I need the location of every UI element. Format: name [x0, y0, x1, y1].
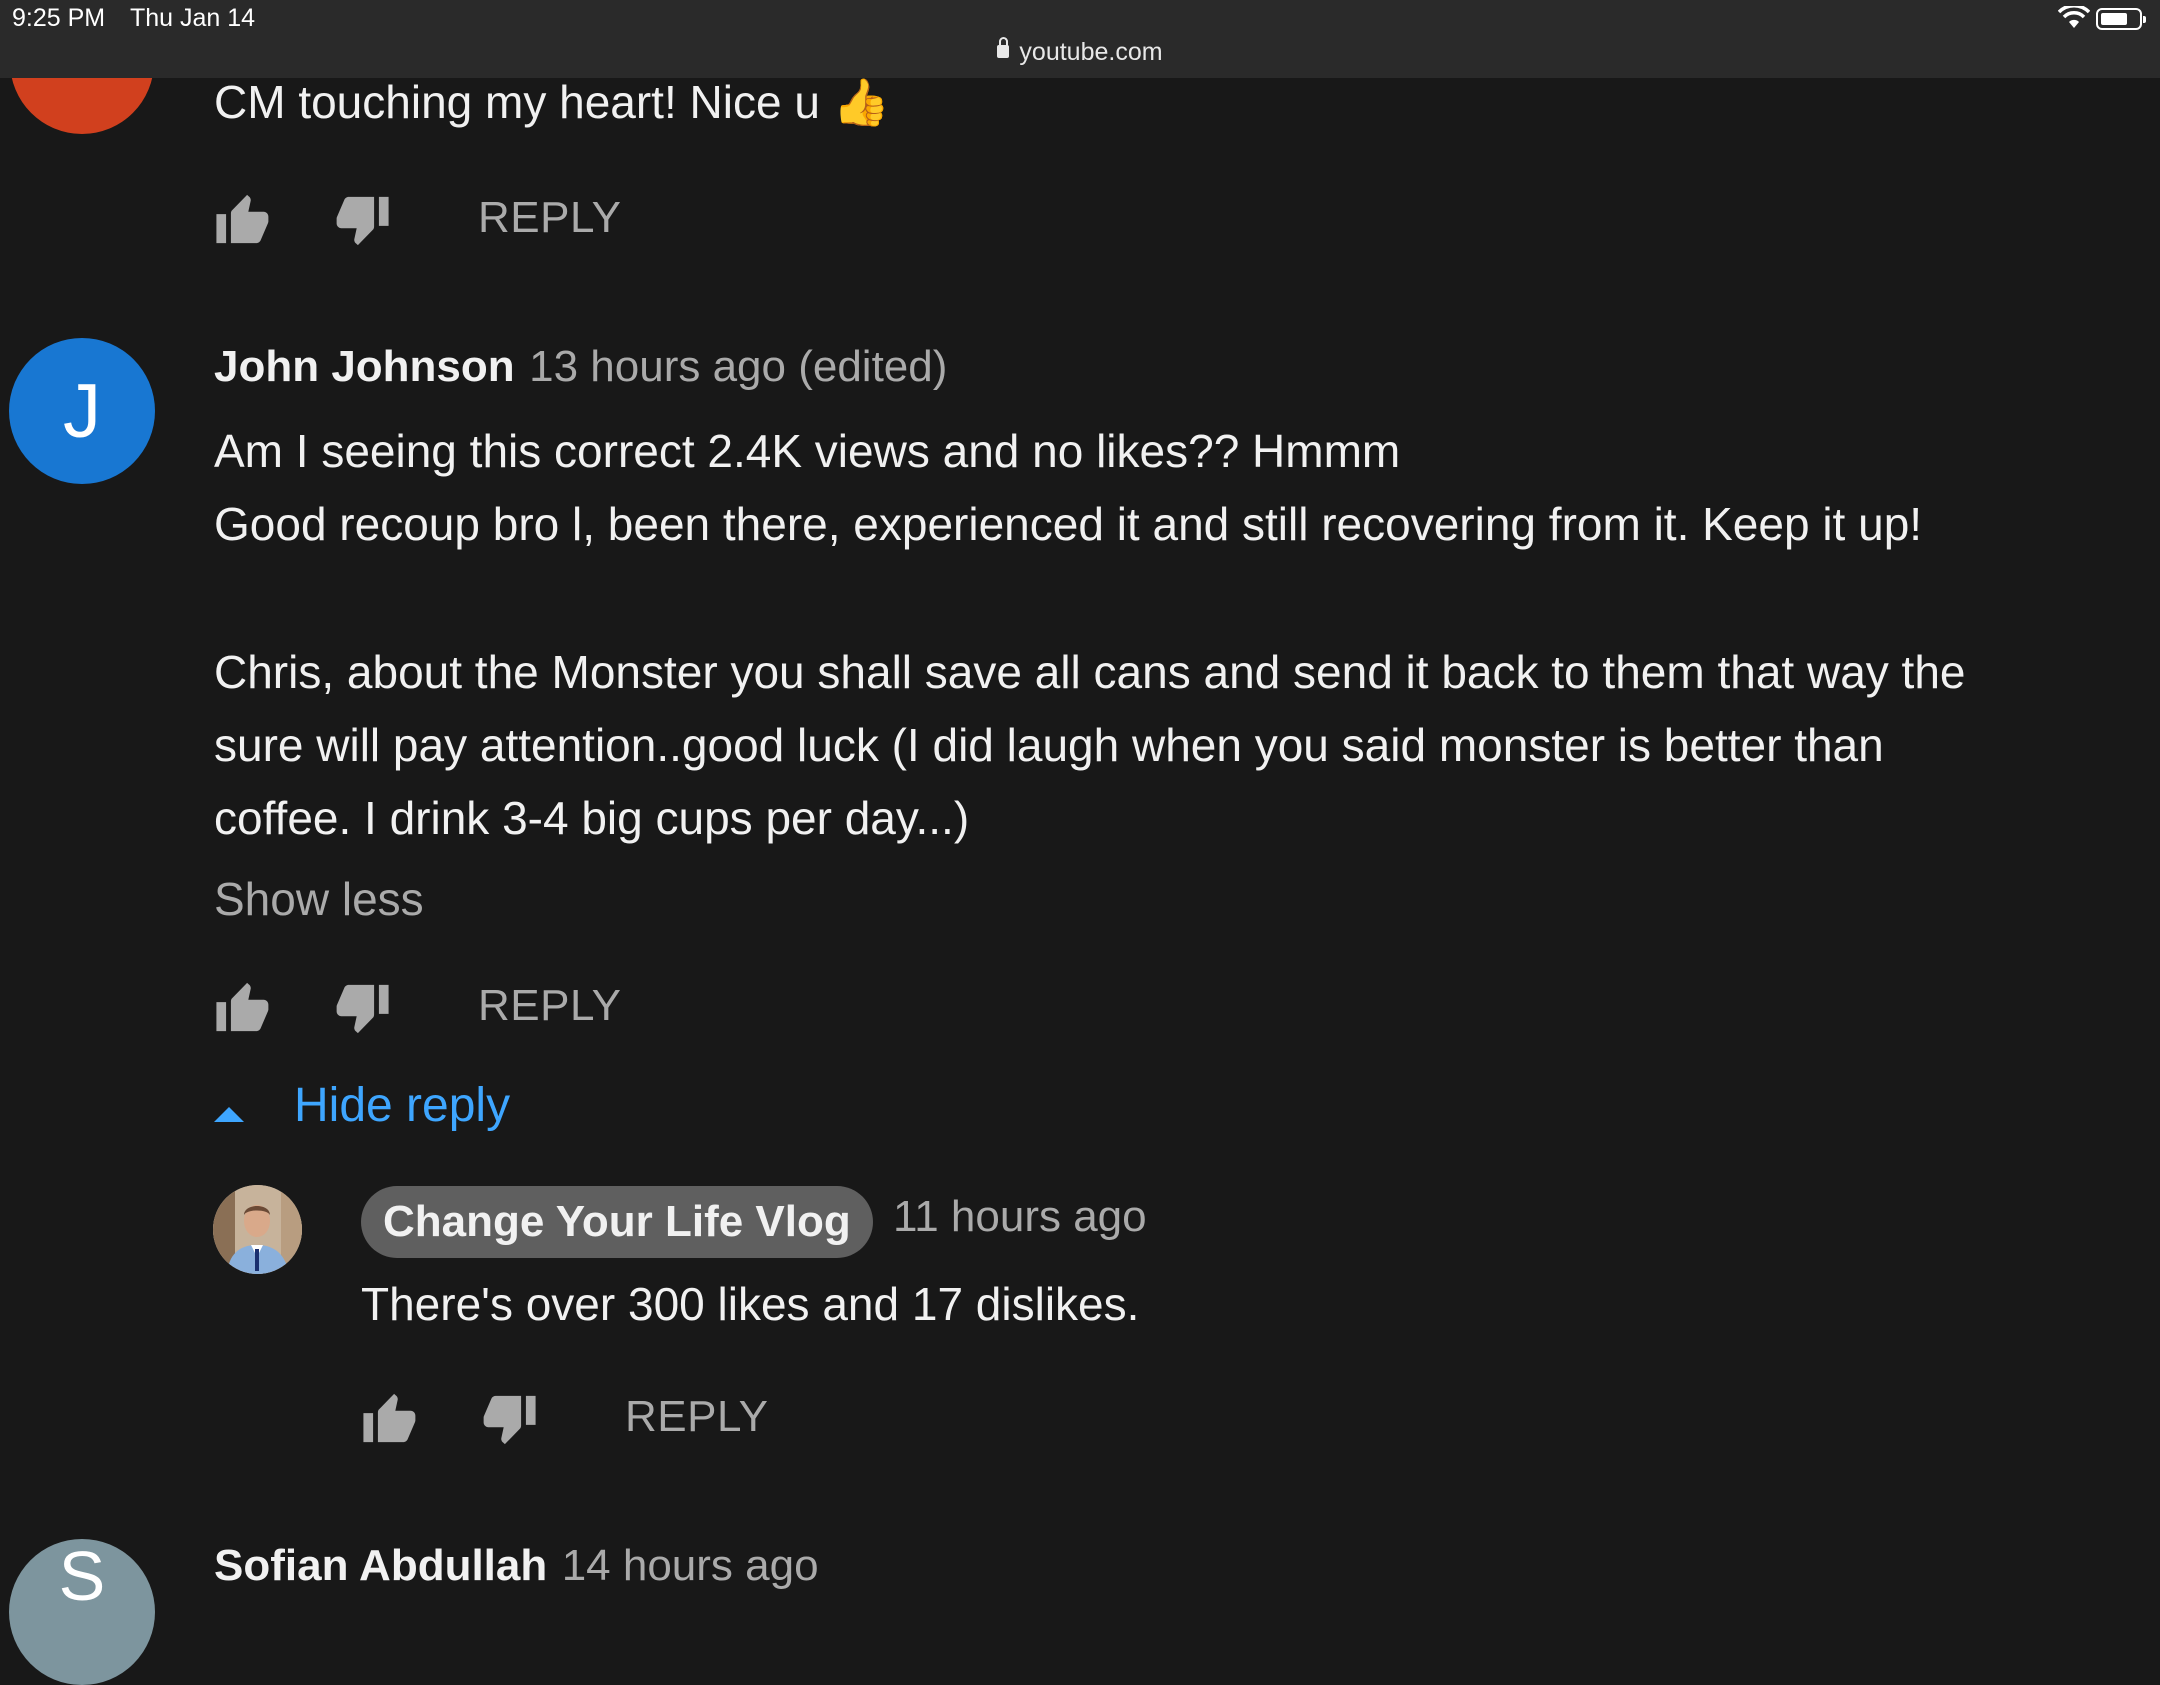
author-name[interactable]: Sofian Abdullah	[214, 1541, 547, 1590]
avatar-letter: J	[63, 368, 101, 454]
address-bar[interactable]: youtube.com	[0, 36, 2160, 67]
status-bar: 9:25 PM Thu Jan 14 youtube.com	[0, 0, 2160, 78]
reply-text: There's over 300 likes and 17 dislikes.	[361, 1278, 1140, 1330]
comment-header: John Johnson 13 hours ago (edited)	[214, 342, 947, 392]
like-icon[interactable]	[214, 192, 272, 246]
dislike-icon[interactable]	[333, 194, 391, 248]
author-name[interactable]: John Johnson	[214, 342, 515, 391]
comment-line: Am I seeing this correct 2.4K views and …	[214, 425, 1401, 477]
status-date: Thu Jan 14	[130, 4, 256, 32]
comment-time[interactable]: 13 hours ago (edited)	[529, 342, 947, 391]
reply-button[interactable]: REPLY	[478, 981, 622, 1031]
lock-icon	[997, 36, 1010, 58]
comment-line: Chris, about the Monster you shall save …	[214, 646, 1966, 698]
reply-button[interactable]: REPLY	[625, 1392, 769, 1442]
status-time: 9:25 PM	[12, 4, 106, 32]
chevron-up-icon	[214, 1106, 244, 1122]
dislike-icon[interactable]	[333, 982, 391, 1036]
hide-reply-toggle[interactable]: Hide reply	[214, 1078, 510, 1133]
like-icon[interactable]	[214, 980, 272, 1034]
comment-line: Good recoup bro l, been there, experienc…	[214, 498, 1923, 550]
avatar[interactable]: J	[9, 338, 155, 484]
wifi-icon	[2058, 6, 2090, 28]
channel-avatar[interactable]	[213, 1185, 302, 1274]
avatar[interactable]: S	[9, 1539, 155, 1685]
url-text: youtube.com	[1019, 38, 1163, 66]
battery-icon	[2096, 8, 2146, 30]
like-icon[interactable]	[361, 1391, 419, 1445]
reply-time[interactable]: 11 hours ago	[893, 1192, 1147, 1242]
comment-header: Sofian Abdullah 14 hours ago	[214, 1541, 819, 1591]
comment-time[interactable]: 14 hours ago	[562, 1541, 819, 1590]
comment-line: coffee. I drink 3-4 big cups per day...)	[214, 792, 970, 844]
comment-line: sure will pay attention..good luck (I di…	[214, 719, 1884, 771]
avatar-letter: S	[58, 1539, 106, 1615]
show-less-button[interactable]: Show less	[214, 872, 424, 926]
person-photo-icon	[213, 1185, 302, 1274]
hide-reply-label: Hide reply	[294, 1079, 511, 1132]
dislike-icon[interactable]	[480, 1393, 538, 1447]
channel-name-badge[interactable]: Change Your Life Vlog	[361, 1186, 873, 1258]
reply-button[interactable]: REPLY	[478, 193, 622, 243]
